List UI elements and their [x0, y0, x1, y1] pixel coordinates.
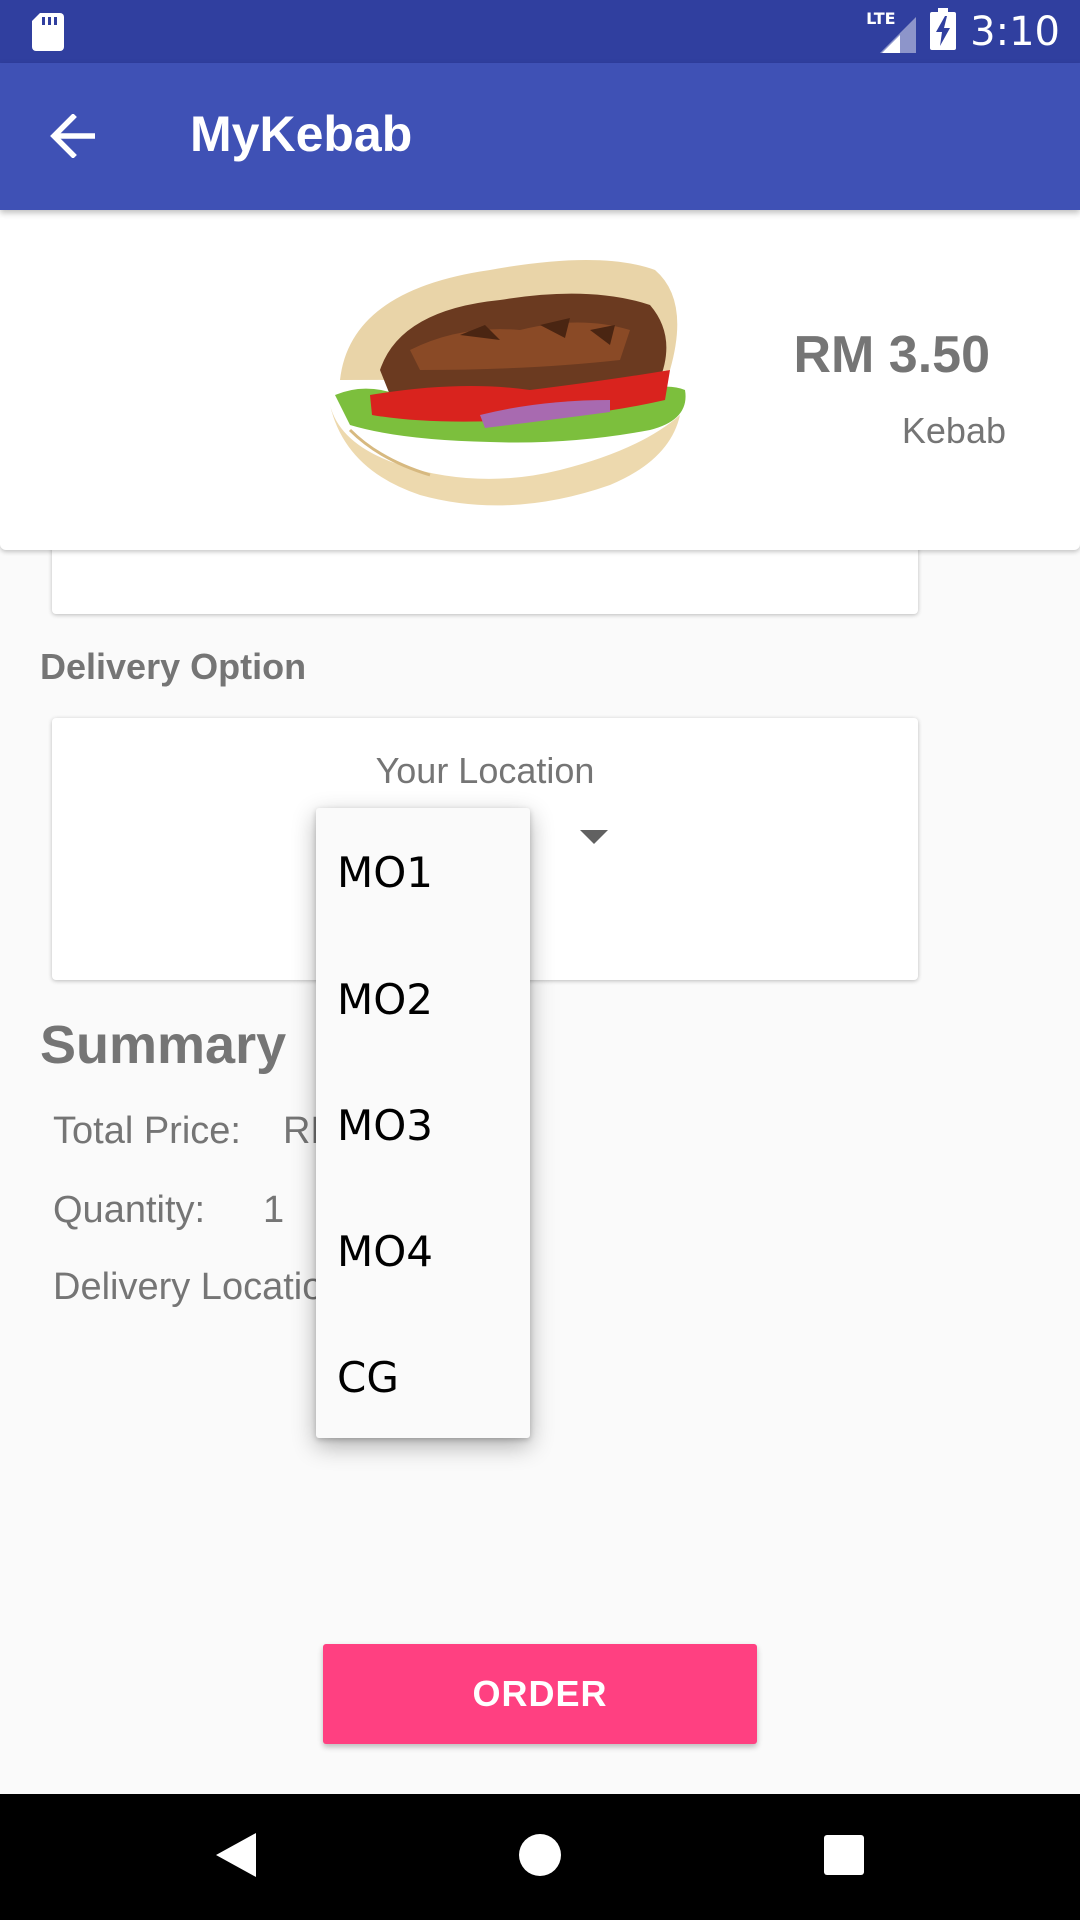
status-time: 3:10: [970, 8, 1060, 55]
back-button[interactable]: [30, 103, 116, 173]
location-dropdown-menu: MO1 MO2 MO3 MO4 CG: [316, 808, 530, 1438]
battery-charging-icon: [930, 8, 957, 55]
product-card: RM 3.50 Kebab: [0, 210, 1080, 550]
product-price: RM 3.50: [793, 326, 990, 384]
arrow-back-icon: [49, 112, 97, 163]
dropdown-option-mo4[interactable]: MO4: [316, 1188, 530, 1314]
nav-back-icon: [212, 1830, 258, 1885]
total-price-label: Total Price:: [53, 1110, 241, 1152]
product-name: Kebab: [901, 410, 1006, 451]
dropdown-option-mo3[interactable]: MO3: [316, 1062, 530, 1188]
nav-recents-button[interactable]: [809, 1822, 879, 1892]
summary-title: Summary: [40, 1015, 287, 1075]
delivery-option-label: Delivery Option: [40, 646, 307, 687]
delivery-location-label: Delivery Location: [53, 1266, 345, 1308]
nav-home-button[interactable]: [505, 1822, 575, 1892]
quantity-value: 1: [263, 1189, 285, 1231]
nav-recents-icon: [823, 1834, 865, 1881]
sd-card-icon: [32, 13, 64, 56]
status-bar: LTE 3:10: [0, 0, 1080, 63]
dropdown-arrow-icon[interactable]: [580, 830, 608, 844]
app-title: MyKebab: [190, 106, 413, 162]
quantity-label: Quantity:: [53, 1189, 206, 1231]
navigation-bar: [0, 1794, 1080, 1920]
app-bar: MyKebab: [0, 63, 1080, 210]
kebab-image: [310, 230, 760, 540]
dropdown-option-mo1[interactable]: MO1: [316, 808, 530, 936]
dropdown-option-mo2[interactable]: MO2: [316, 936, 530, 1062]
order-button[interactable]: ORDER: [323, 1644, 757, 1744]
screen: LTE 3:10 MyKebab RM 3.50 Kebab Delivery …: [0, 0, 1080, 1920]
nav-back-button[interactable]: [200, 1822, 270, 1892]
nav-home-icon: [517, 1832, 563, 1883]
your-location-label: Your Location: [375, 750, 595, 791]
dropdown-option-cg[interactable]: CG: [316, 1314, 530, 1440]
